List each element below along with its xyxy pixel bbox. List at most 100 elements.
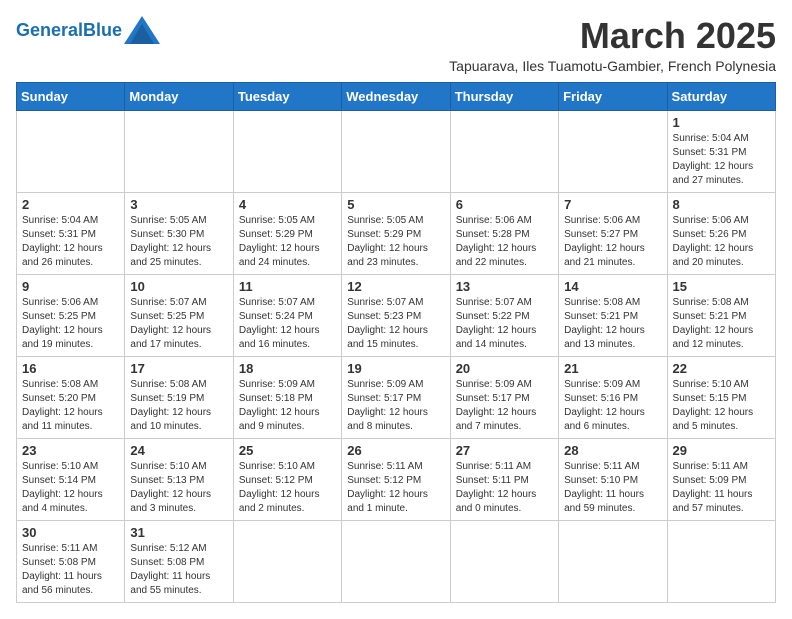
day-info: Sunrise: 5:11 AM Sunset: 5:12 PM Dayligh… <box>347 460 444 516</box>
day-number: 1 <box>673 115 770 130</box>
header-area: GeneralBlue March 2025 Tapuarava, Iles T… <box>16 16 776 74</box>
header-tuesday: Tuesday <box>233 82 341 110</box>
day-number: 12 <box>347 279 444 294</box>
calendar-week-4: 16 Sunrise: 5:08 AM Sunset: 5:20 PM Dayli… <box>17 356 776 438</box>
day-number: 20 <box>456 361 553 376</box>
calendar-cell <box>559 110 667 192</box>
header-thursday: Thursday <box>450 82 558 110</box>
title-area: March 2025 Tapuarava, Iles Tuamotu-Gambi… <box>449 16 776 74</box>
day-info: Sunrise: 5:09 AM Sunset: 5:17 PM Dayligh… <box>347 378 444 434</box>
calendar-cell: 18Sunrise: 5:09 AM Sunset: 5:18 PM Dayli… <box>233 356 341 438</box>
day-number: 30 <box>22 525 119 540</box>
day-number: 10 <box>130 279 227 294</box>
day-info: Sunrise: 5:09 AM Sunset: 5:16 PM Dayligh… <box>564 378 661 434</box>
calendar-cell: 22 Sunrise: 5:10 AM Sunset: 5:15 PM Dayli… <box>667 356 775 438</box>
day-number: 9 <box>22 279 119 294</box>
day-number: 4 <box>239 197 336 212</box>
day-number: 7 <box>564 197 661 212</box>
day-info: Sunrise: 5:05 AM Sunset: 5:29 PM Dayligh… <box>347 214 444 270</box>
day-number: 13 <box>456 279 553 294</box>
day-info: Sunrise: 5:06 AM Sunset: 5:28 PM Dayligh… <box>456 214 553 270</box>
logo-general: General <box>16 20 83 40</box>
day-number: 22 <box>673 361 770 376</box>
calendar-cell: 10 Sunrise: 5:07 AM Sunset: 5:25 PM Dayli… <box>125 274 233 356</box>
day-number: 24 <box>130 443 227 458</box>
day-info: Sunrise: 5:11 AM Sunset: 5:10 PM Dayligh… <box>564 460 661 516</box>
calendar-cell <box>342 520 450 602</box>
calendar-cell <box>559 520 667 602</box>
day-number: 16 <box>22 361 119 376</box>
calendar-cell: 31Sunrise: 5:12 AM Sunset: 5:08 PM Dayli… <box>125 520 233 602</box>
calendar-cell <box>450 520 558 602</box>
day-info: Sunrise: 5:04 AM Sunset: 5:31 PM Dayligh… <box>673 132 770 188</box>
day-info: Sunrise: 5:08 AM Sunset: 5:21 PM Dayligh… <box>673 296 770 352</box>
day-number: 15 <box>673 279 770 294</box>
day-info: Sunrise: 5:06 AM Sunset: 5:27 PM Dayligh… <box>564 214 661 270</box>
day-info: Sunrise: 5:10 AM Sunset: 5:14 PM Dayligh… <box>22 460 119 516</box>
day-info: Sunrise: 5:05 AM Sunset: 5:29 PM Dayligh… <box>239 214 336 270</box>
calendar-cell: 20 Sunrise: 5:09 AM Sunset: 5:17 PM Dayli… <box>450 356 558 438</box>
day-number: 3 <box>130 197 227 212</box>
day-info: Sunrise: 5:11 AM Sunset: 5:09 PM Dayligh… <box>673 460 770 516</box>
calendar-cell: 28 Sunrise: 5:11 AM Sunset: 5:10 PM Dayli… <box>559 438 667 520</box>
calendar-cell <box>17 110 125 192</box>
calendar-week-5: 23 Sunrise: 5:10 AM Sunset: 5:14 PM Dayli… <box>17 438 776 520</box>
day-info: Sunrise: 5:07 AM Sunset: 5:22 PM Dayligh… <box>456 296 553 352</box>
calendar-cell: 27Sunrise: 5:11 AM Sunset: 5:11 PM Dayli… <box>450 438 558 520</box>
calendar-cell: 17 Sunrise: 5:08 AM Sunset: 5:19 PM Dayli… <box>125 356 233 438</box>
day-number: 2 <box>22 197 119 212</box>
calendar-week-3: 9 Sunrise: 5:06 AM Sunset: 5:25 PM Daylig… <box>17 274 776 356</box>
day-number: 21 <box>564 361 661 376</box>
day-number: 17 <box>130 361 227 376</box>
calendar-cell: 1 Sunrise: 5:04 AM Sunset: 5:31 PM Daylig… <box>667 110 775 192</box>
day-info: Sunrise: 5:08 AM Sunset: 5:21 PM Dayligh… <box>564 296 661 352</box>
calendar-cell: 2Sunrise: 5:04 AM Sunset: 5:31 PM Daylig… <box>17 192 125 274</box>
day-info: Sunrise: 5:10 AM Sunset: 5:15 PM Dayligh… <box>673 378 770 434</box>
calendar-cell <box>342 110 450 192</box>
header-friday: Friday <box>559 82 667 110</box>
calendar-week-2: 2Sunrise: 5:04 AM Sunset: 5:31 PM Daylig… <box>17 192 776 274</box>
calendar: SundayMondayTuesdayWednesdayThursdayFrid… <box>16 82 776 603</box>
day-number: 23 <box>22 443 119 458</box>
day-number: 11 <box>239 279 336 294</box>
day-info: Sunrise: 5:07 AM Sunset: 5:25 PM Dayligh… <box>130 296 227 352</box>
day-number: 25 <box>239 443 336 458</box>
header-monday: Monday <box>125 82 233 110</box>
day-number: 5 <box>347 197 444 212</box>
month-title: March 2025 <box>449 16 776 56</box>
header-saturday: Saturday <box>667 82 775 110</box>
calendar-week-1: 1 Sunrise: 5:04 AM Sunset: 5:31 PM Daylig… <box>17 110 776 192</box>
calendar-cell: 8 Sunrise: 5:06 AM Sunset: 5:26 PM Daylig… <box>667 192 775 274</box>
day-info: Sunrise: 5:08 AM Sunset: 5:19 PM Dayligh… <box>130 378 227 434</box>
logo-text: GeneralBlue <box>16 21 122 39</box>
calendar-cell: 13 Sunrise: 5:07 AM Sunset: 5:22 PM Dayli… <box>450 274 558 356</box>
day-info: Sunrise: 5:08 AM Sunset: 5:20 PM Dayligh… <box>22 378 119 434</box>
calendar-cell <box>125 110 233 192</box>
calendar-cell: 9 Sunrise: 5:06 AM Sunset: 5:25 PM Daylig… <box>17 274 125 356</box>
day-number: 8 <box>673 197 770 212</box>
day-info: Sunrise: 5:06 AM Sunset: 5:26 PM Dayligh… <box>673 214 770 270</box>
day-number: 18 <box>239 361 336 376</box>
logo-blue: Blue <box>83 20 122 40</box>
calendar-cell: 30 Sunrise: 5:11 AM Sunset: 5:08 PM Dayli… <box>17 520 125 602</box>
day-info: Sunrise: 5:10 AM Sunset: 5:12 PM Dayligh… <box>239 460 336 516</box>
subtitle: Tapuarava, Iles Tuamotu-Gambier, French … <box>449 58 776 74</box>
day-info: Sunrise: 5:06 AM Sunset: 5:25 PM Dayligh… <box>22 296 119 352</box>
calendar-week-6: 30 Sunrise: 5:11 AM Sunset: 5:08 PM Dayli… <box>17 520 776 602</box>
calendar-cell: 23 Sunrise: 5:10 AM Sunset: 5:14 PM Dayli… <box>17 438 125 520</box>
day-info: Sunrise: 5:09 AM Sunset: 5:17 PM Dayligh… <box>456 378 553 434</box>
calendar-cell: 29 Sunrise: 5:11 AM Sunset: 5:09 PM Dayli… <box>667 438 775 520</box>
calendar-cell: 16 Sunrise: 5:08 AM Sunset: 5:20 PM Dayli… <box>17 356 125 438</box>
day-number: 28 <box>564 443 661 458</box>
day-number: 26 <box>347 443 444 458</box>
day-info: Sunrise: 5:07 AM Sunset: 5:23 PM Dayligh… <box>347 296 444 352</box>
day-info: Sunrise: 5:11 AM Sunset: 5:08 PM Dayligh… <box>22 542 119 598</box>
day-number: 27 <box>456 443 553 458</box>
day-number: 14 <box>564 279 661 294</box>
calendar-cell: 7 Sunrise: 5:06 AM Sunset: 5:27 PM Daylig… <box>559 192 667 274</box>
calendar-cell: 14 Sunrise: 5:08 AM Sunset: 5:21 PM Dayli… <box>559 274 667 356</box>
calendar-cell: 26 Sunrise: 5:11 AM Sunset: 5:12 PM Dayli… <box>342 438 450 520</box>
day-number: 29 <box>673 443 770 458</box>
day-number: 6 <box>456 197 553 212</box>
calendar-cell <box>233 110 341 192</box>
